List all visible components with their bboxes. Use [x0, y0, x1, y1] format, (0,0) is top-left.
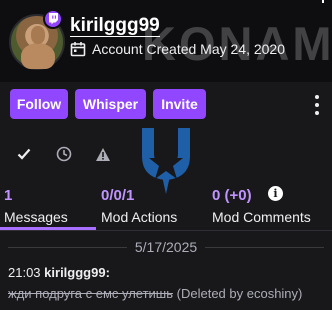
info-icon[interactable]: i [268, 186, 283, 201]
invite-button[interactable]: Invite [153, 89, 206, 119]
tab-divider [0, 230, 332, 231]
tab-messages[interactable]: 1 Messages [4, 186, 68, 226]
tab-mod-comments[interactable]: 0 (+0) Mod Comments [212, 186, 311, 226]
whisper-button[interactable]: Whisper [75, 89, 146, 119]
clock-icon[interactable] [54, 144, 74, 164]
messages-count: 1 [4, 187, 13, 204]
message-time: 21:03 [8, 265, 41, 280]
date-rule-left [8, 246, 127, 248]
date-label: 5/17/2025 [134, 239, 198, 255]
calendar-icon [70, 42, 86, 57]
warning-icon[interactable] [93, 144, 113, 164]
mod-actions-count: 0/0/1 [101, 187, 135, 204]
action-bar: Follow Whisper Invite [0, 82, 332, 124]
kebab-dot [315, 103, 319, 107]
twitch-badge-icon [43, 9, 63, 29]
kebab-menu-icon[interactable] [313, 95, 321, 115]
message-body: жди подруга с емс улетишь (Deleted by ec… [8, 286, 302, 301]
checkmark-icon[interactable] [14, 144, 34, 164]
messages-label: Messages [4, 209, 68, 225]
twitch-glyph-icon [48, 13, 58, 25]
kebab-dot [315, 111, 319, 115]
follow-button[interactable]: Follow [10, 89, 68, 119]
date-rule-right [205, 246, 325, 248]
profile-header: KONAMI kirilggg99 Account Created May 24… [0, 0, 332, 82]
avatar-torso [21, 43, 55, 69]
mod-actions-label: Mod Actions [101, 209, 178, 225]
kebab-dot [315, 95, 319, 99]
close-mark[interactable] [322, 0, 324, 3]
account-created-row: Account Created May 24, 2020 [70, 41, 285, 57]
deleted-by-note: (Deleted by ecoshiny) [176, 286, 303, 301]
profile-username[interactable]: kirilggg99 [70, 16, 160, 37]
deleted-message-text: жди подруга с емс улетишь [8, 286, 174, 301]
account-created-text: Account Created May 24, 2020 [92, 41, 286, 57]
avatar-face [31, 26, 45, 44]
mod-comments-label: Mod Comments [212, 209, 311, 225]
date-separator: 5/17/2025 [8, 238, 325, 256]
tab-mod-actions[interactable]: 0/0/1 Mod Actions [101, 186, 177, 226]
mod-comments-count: 0 (+0) [212, 187, 252, 204]
message-username[interactable]: kirilggg99: [44, 265, 110, 280]
message-header: 21:03 kirilggg99: [8, 265, 110, 280]
